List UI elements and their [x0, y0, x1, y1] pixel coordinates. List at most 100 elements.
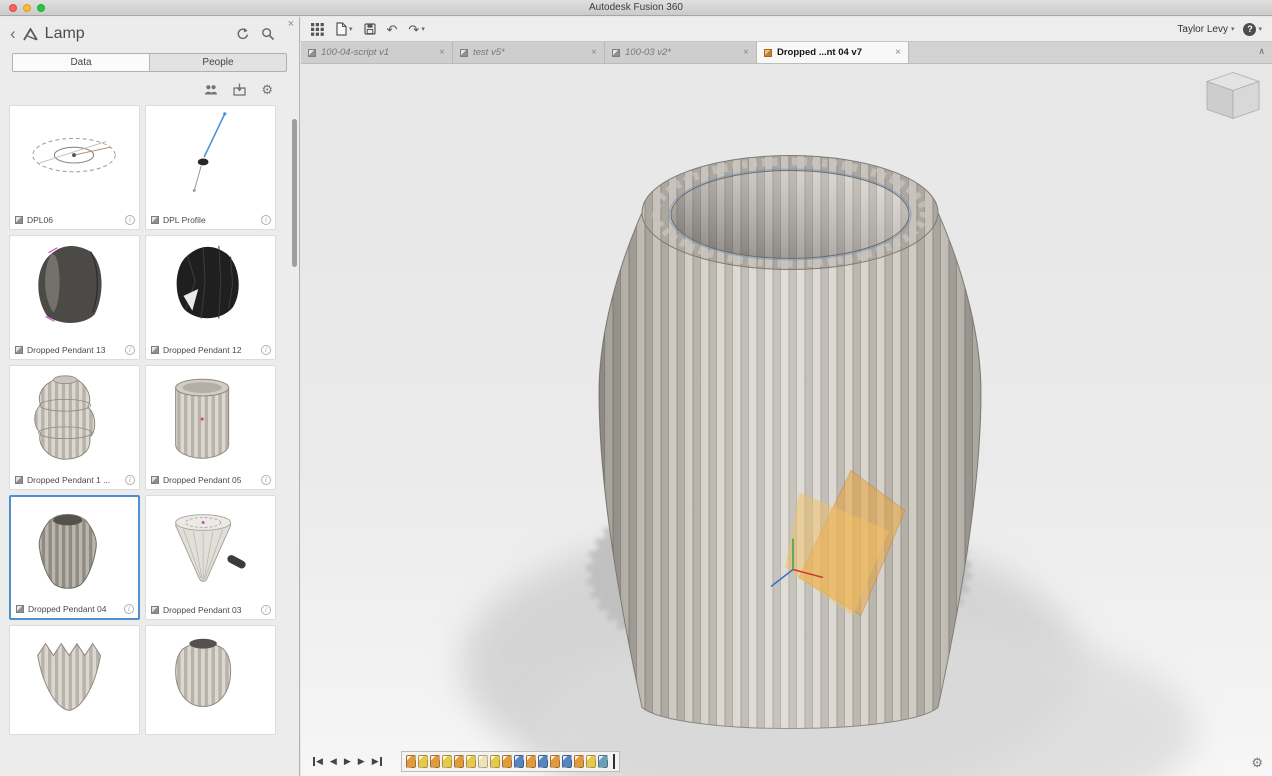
thumbnail-sketch-top[interactable]: [10, 106, 139, 214]
timeline-skip-end-icon[interactable]: ▶: [372, 757, 382, 766]
view-cube[interactable]: [1207, 73, 1259, 119]
model-dropped-pendant[interactable]: [599, 156, 981, 729]
timeline-feature-icon[interactable]: [574, 755, 584, 768]
tab-data[interactable]: Data: [13, 54, 149, 71]
panel-header: ‹ Lamp: [0, 17, 299, 51]
list-item[interactable]: DPL06 i: [9, 105, 140, 230]
back-icon[interactable]: ‹: [10, 25, 16, 42]
viewport-3d[interactable]: [301, 65, 1272, 776]
tab-close-icon[interactable]: ×: [743, 47, 749, 58]
redo-icon[interactable]: ↷ ▾: [408, 23, 424, 36]
panel-scrollbar[interactable]: [292, 119, 297, 267]
timeline-settings-gear-icon[interactable]: ⚙: [1251, 755, 1263, 771]
timeline-feature-strip[interactable]: [401, 751, 620, 772]
window-title: Autodesk Fusion 360: [0, 0, 1272, 15]
search-icon[interactable]: [261, 27, 275, 41]
component-icon: [15, 216, 23, 224]
timeline-feature-icon[interactable]: [478, 755, 488, 768]
info-icon[interactable]: i: [261, 215, 271, 225]
doc-tab[interactable]: 100-03 v2* ×: [605, 42, 757, 63]
panel-tabs: Data People: [12, 53, 287, 72]
user-name: Taylor Levy: [1177, 24, 1228, 35]
list-item[interactable]: [145, 625, 276, 735]
thumbnail-pendant-12[interactable]: [146, 236, 275, 344]
list-item[interactable]: Dropped Pendant 13 i: [9, 235, 140, 360]
doc-tab[interactable]: 100-04-script v1 ×: [301, 42, 453, 63]
timeline-cursor[interactable]: [613, 754, 615, 769]
list-item[interactable]: Dropped Pendant 03 i: [145, 495, 276, 620]
timeline-feature-icon[interactable]: [430, 755, 440, 768]
info-icon[interactable]: i: [124, 604, 134, 614]
info-icon[interactable]: i: [125, 215, 135, 225]
list-item[interactable]: [9, 625, 140, 735]
refresh-icon[interactable]: [235, 27, 249, 41]
timeline-play-icon[interactable]: ▶: [344, 757, 351, 766]
list-item[interactable]: Dropped Pendant 05 i: [145, 365, 276, 490]
tab-people[interactable]: People: [149, 54, 286, 71]
settings-gear-icon[interactable]: ⚙: [261, 83, 273, 96]
browser-grid-icon[interactable]: [311, 23, 324, 36]
timeline-feature-icon[interactable]: [598, 755, 608, 768]
panel-close-icon[interactable]: ×: [288, 18, 294, 30]
list-item-selected[interactable]: Dropped Pendant 04 i: [9, 495, 140, 620]
info-icon[interactable]: i: [261, 475, 271, 485]
upload-data-icon[interactable]: [233, 83, 246, 96]
thumbnail-pendant-1x[interactable]: [10, 366, 139, 474]
document-icon: [308, 49, 316, 57]
timeline-feature-icon[interactable]: [502, 755, 512, 768]
close-window-button[interactable]: [9, 4, 17, 12]
tab-close-icon[interactable]: ×: [895, 47, 901, 58]
item-label: Dropped Pendant 1 ...: [27, 475, 110, 485]
info-icon[interactable]: i: [125, 345, 135, 355]
people-share-icon[interactable]: [204, 84, 218, 95]
thumbnail-pendant-partial-b[interactable]: [146, 626, 275, 734]
timeline-skip-start-icon[interactable]: ◀: [313, 757, 323, 766]
timeline-feature-icon[interactable]: [442, 755, 452, 768]
tab-close-icon[interactable]: ×: [439, 47, 445, 58]
timeline-feature-icon[interactable]: [550, 755, 560, 768]
timeline-feature-icon[interactable]: [406, 755, 416, 768]
tab-close-icon[interactable]: ×: [591, 47, 597, 58]
item-label: Dropped Pendant 03: [163, 605, 241, 615]
user-menu[interactable]: Taylor Levy ▾: [1177, 24, 1234, 35]
timeline-feature-icon[interactable]: [454, 755, 464, 768]
component-icon: [151, 476, 159, 484]
help-menu[interactable]: ? ▾: [1243, 23, 1262, 36]
timeline-feature-icon[interactable]: [586, 755, 596, 768]
doc-tab-label: test v5*: [473, 47, 505, 58]
thumbnail-pendant-partial-a[interactable]: [10, 626, 139, 734]
thumbnail-pendant-03[interactable]: [146, 496, 275, 604]
timeline-feature-icon[interactable]: [466, 755, 476, 768]
thumbnail-pendant-13[interactable]: [10, 236, 139, 344]
zoom-window-button[interactable]: [37, 4, 45, 12]
timeline-feature-icon[interactable]: [538, 755, 548, 768]
collapse-tabbar-icon[interactable]: ∧: [1258, 46, 1265, 57]
thumbnail-pendant-05[interactable]: [146, 366, 275, 474]
item-label: Dropped Pendant 05: [163, 475, 241, 485]
timeline-feature-icon[interactable]: [562, 755, 572, 768]
file-menu-icon[interactable]: ▾: [335, 22, 353, 36]
traffic-lights[interactable]: [9, 4, 45, 12]
list-item[interactable]: Dropped Pendant 1 ... i: [9, 365, 140, 490]
viewport-canvas[interactable]: ◀ ◀ ▶ ▶ ▶ ⚙: [301, 65, 1272, 776]
item-grid: DPL06 i DPL Profile i: [0, 105, 290, 735]
info-icon[interactable]: i: [125, 475, 135, 485]
minimize-window-button[interactable]: [23, 4, 31, 12]
timeline-feature-icon[interactable]: [526, 755, 536, 768]
help-icon[interactable]: ?: [1243, 23, 1256, 36]
timeline-step-back-icon[interactable]: ◀: [330, 757, 337, 766]
list-item[interactable]: DPL Profile i: [145, 105, 276, 230]
timeline-step-forward-icon[interactable]: ▶: [358, 757, 365, 766]
list-item[interactable]: Dropped Pendant 12 i: [145, 235, 276, 360]
doc-tab[interactable]: test v5* ×: [453, 42, 605, 63]
save-icon[interactable]: [364, 23, 376, 35]
thumbnail-pendant-04[interactable]: [11, 497, 138, 603]
timeline-feature-icon[interactable]: [490, 755, 500, 768]
timeline-feature-icon[interactable]: [514, 755, 524, 768]
info-icon[interactable]: i: [261, 605, 271, 615]
timeline-feature-icon[interactable]: [418, 755, 428, 768]
undo-icon[interactable]: ↶: [387, 23, 398, 36]
doc-tab-active[interactable]: Dropped ...nt 04 v7 ×: [757, 42, 909, 63]
thumbnail-sketch-profile[interactable]: [146, 106, 275, 214]
info-icon[interactable]: i: [261, 345, 271, 355]
